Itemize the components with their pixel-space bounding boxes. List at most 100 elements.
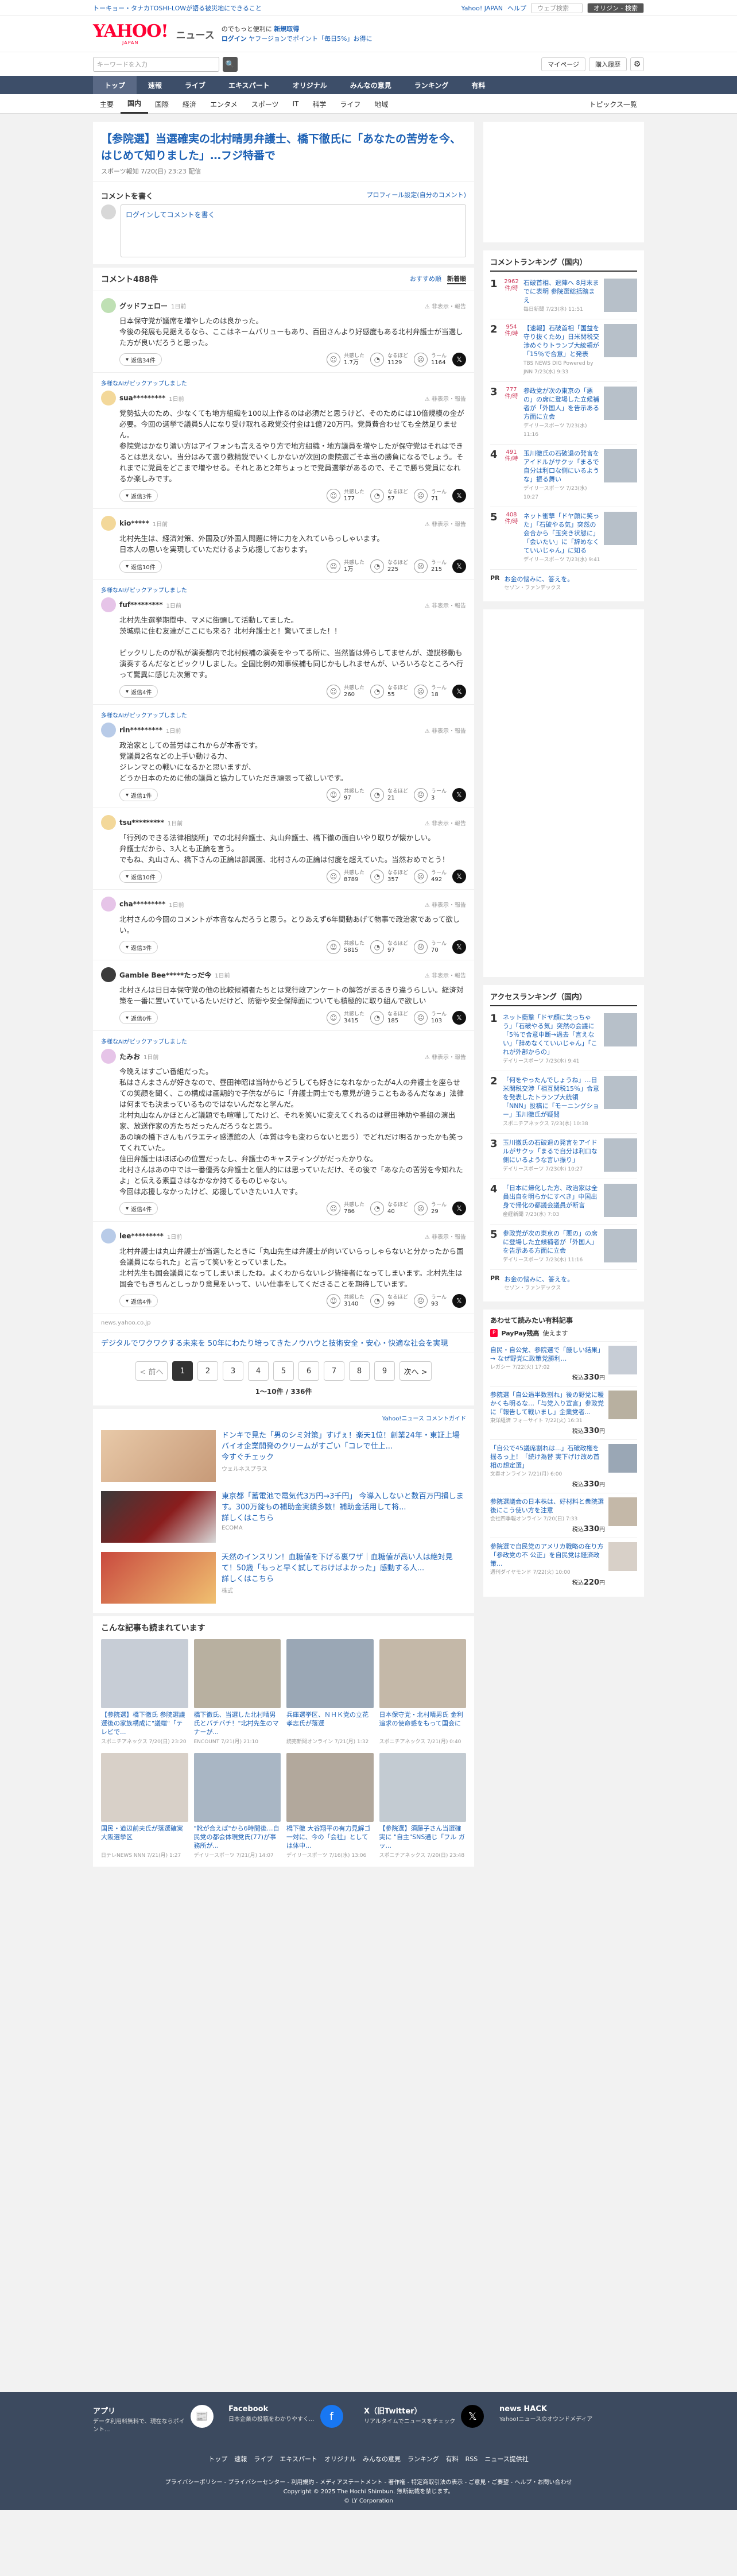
insight-button[interactable]: ◔ なるほど 97	[370, 940, 408, 954]
ranking-item[interactable]: 4 491 件/時 玉川徹氏の石破退の発言をアイドルがサクッ「まるで自分は利口な側にい…	[490, 445, 637, 507]
search-icon[interactable]: 🔍	[223, 57, 238, 72]
avatar[interactable]	[101, 723, 116, 737]
replies-button[interactable]: ▾ 返信34件	[119, 353, 162, 366]
access-item[interactable]: 4 「日本に帰化した方、政治家は全員出自を明らかにすべき」中国出身で帰化の都議会議…	[490, 1179, 637, 1225]
insight-button[interactable]: ◔ なるほど 40	[370, 1202, 408, 1215]
ranking-item[interactable]: 3 777 件/時 参政党が次の東京の「悪の」の席に登場した立候補者が「外国人」を告示…	[490, 382, 637, 445]
related-card[interactable]: 国民・道辺前夫氏が落選確実 大阪選挙区 日テレNEWS NNN 7/21(月) 1…	[101, 1753, 188, 1859]
footer-link[interactable]: RSS	[466, 2455, 478, 2463]
hmm-button[interactable]: ☹ うーん 93	[413, 1294, 447, 1308]
web-search-button[interactable]: オリジン - 検索	[587, 3, 644, 13]
x-share-icon[interactable]: 𝕏	[452, 1294, 466, 1308]
avatar[interactable]	[101, 597, 116, 612]
comment-author[interactable]: kio*****	[119, 519, 149, 527]
paid-item[interactable]: 参院選で自民党のアメリカ戦略の在り方「参政党の不 公正」を自民党は経済政策...…	[490, 1538, 637, 1591]
nav-breaking[interactable]: 速報	[137, 76, 173, 94]
page-7[interactable]: 7	[324, 1361, 344, 1381]
legal-links[interactable]: プライバシーポリシー - プライバシーセンター - 利用規約 - メディアステー…	[0, 2478, 737, 2488]
next-page-button[interactable]: 次へ >	[399, 1361, 432, 1381]
hmm-button[interactable]: ☹ うーん 3	[413, 788, 447, 802]
cat-world[interactable]: 国際	[148, 94, 176, 114]
replies-button[interactable]: ▾ 返信4件	[119, 685, 158, 698]
report-link[interactable]: ⚠ 非表示・報告	[425, 519, 466, 528]
nav-paid[interactable]: 有料	[460, 76, 496, 94]
replies-button[interactable]: ▾ 返信3件	[119, 941, 158, 953]
login-link[interactable]: ログイン	[222, 35, 247, 43]
nav-live[interactable]: ライブ	[173, 76, 217, 94]
comment-author[interactable]: rin*********	[119, 726, 162, 734]
ranking-item[interactable]: 2 954 件/時 【速報】石破首相「国益を守り抜くため」日米関税交渉めぐりトランプ大…	[490, 319, 637, 382]
like-button[interactable]: ☺ 共感した 177	[326, 489, 364, 503]
topics-list-link[interactable]: トピックス一覧	[582, 94, 644, 114]
related-card[interactable]: 橋下徹氏、当選した北村晴男氏とバチバチ！"北村先生のマナーが... ENCOUNT…	[193, 1639, 281, 1745]
yahoo-logo[interactable]: YAHOO! JAPAN	[93, 22, 169, 45]
footer-facebook[interactable]: Facebook 日本企業の投稿をわかりやすく... f	[228, 2405, 349, 2434]
insight-button[interactable]: ◔ なるほど 99	[370, 1294, 408, 1308]
replies-button[interactable]: ▾ 返信3件	[119, 489, 158, 502]
page-5[interactable]: 5	[273, 1361, 294, 1381]
footer-newshack[interactable]: news HACK Yahoo!ニュースのオウンドメディア	[499, 2405, 620, 2434]
comment-author[interactable]: Gamble Bee*****たっだ今	[119, 970, 211, 980]
ad-item[interactable]: 東京都「蓄電池で電気代3万円→3千円」 今導入しないと数百万円損します。300万…	[101, 1486, 466, 1547]
hmm-button[interactable]: ☹ うーん 103	[413, 1011, 447, 1025]
replies-button[interactable]: ▾ 返信10件	[119, 560, 162, 573]
sort-newest[interactable]: 新着順	[447, 274, 466, 284]
hmm-button[interactable]: ☹ うーん 1164	[413, 353, 447, 366]
insight-button[interactable]: ◔ なるほど 185	[370, 1011, 408, 1025]
hmm-button[interactable]: ☹ うーん 215	[413, 559, 447, 573]
report-link[interactable]: ⚠ 非表示・報告	[425, 900, 466, 909]
access-item[interactable]: 1 ネット衝撃「ドヤ顔に笑っちゃう」「石破やる気」突然の会議に「5％で合意中断→過…	[490, 1009, 637, 1071]
paid-item[interactable]: 「自公で45議席割れは...」石破政権を揺るっ上！「続け為替 実下げけ改め首相の…	[490, 1439, 637, 1493]
x-share-icon[interactable]: 𝕏	[452, 559, 466, 573]
comment-author[interactable]: fuf*********	[119, 601, 162, 609]
insight-button[interactable]: ◔ なるほど 57	[370, 489, 408, 503]
like-button[interactable]: ☺ 共感した 260	[326, 685, 364, 698]
footer-link[interactable]: ライブ	[254, 2455, 273, 2463]
related-card[interactable]: 【参院選】橋下徹氏 参院選議選後の家族構成に"議端"「テレビで... スポニチアネ…	[101, 1639, 188, 1745]
footer-link[interactable]: ランキング	[408, 2455, 439, 2463]
paid-item[interactable]: 自民・自公党、参院選で「厳しい結果」→ なぜ野党に政策党勝利... レガシー 7/…	[490, 1341, 637, 1386]
like-button[interactable]: ☺ 共感した 1万	[326, 559, 364, 573]
nav-ranking[interactable]: ランキング	[403, 76, 460, 94]
report-link[interactable]: ⚠ 非表示・報告	[425, 1232, 466, 1241]
hmm-button[interactable]: ☹ うーん 70	[413, 940, 447, 954]
report-link[interactable]: ⚠ 非表示・報告	[425, 1052, 466, 1061]
hmm-button[interactable]: ☹ うーん 29	[413, 1202, 447, 1215]
profile-settings-link[interactable]: プロフィール設定(自分のコメント)	[367, 190, 466, 201]
article-title[interactable]: 【参院選】当選確実の北村晴男弁護士、橋下徹氏に「あなたの苦労を今、はじめて知りま…	[101, 131, 466, 164]
report-link[interactable]: ⚠ 非表示・報告	[425, 601, 466, 609]
x-share-icon[interactable]: 𝕏	[452, 1202, 466, 1215]
paypay-promo-link[interactable]: ヤフージョンでポイント「毎日5%」お得に	[249, 35, 372, 43]
avatar[interactable]	[101, 516, 116, 531]
cat-entertainment[interactable]: エンタメ	[203, 94, 245, 114]
replies-button[interactable]: ▾ 返信1件	[119, 789, 158, 801]
page-3[interactable]: 3	[223, 1361, 243, 1381]
like-button[interactable]: ☺ 共感した 5815	[326, 940, 364, 954]
ad-banner[interactable]	[483, 122, 644, 242]
access-item[interactable]: 5 参政党が次の東京の「悪の」の席に登場した立候補者が「外国人」を告示ある方面に立…	[490, 1225, 637, 1270]
help-link[interactable]: ヘルプ	[507, 3, 526, 13]
page-9[interactable]: 9	[374, 1361, 395, 1381]
nav-original[interactable]: オリジナル	[281, 76, 339, 94]
nav-opinion[interactable]: みんなの意見	[339, 76, 403, 94]
footer-x[interactable]: X（旧Twitter） リアルタイムでニュースをチェック 𝕏	[364, 2405, 484, 2434]
comment-author[interactable]: グッドフェロー	[119, 301, 168, 311]
replies-button[interactable]: ▾ 返信4件	[119, 1295, 158, 1307]
comment-author[interactable]: sua*********	[119, 394, 165, 402]
yahoo-japan-link[interactable]: Yahoo! JAPAN	[461, 5, 503, 12]
hmm-button[interactable]: ☹ うーん 18	[413, 685, 447, 698]
page-6[interactable]: 6	[298, 1361, 319, 1381]
like-button[interactable]: ☺ 共感した 3415	[326, 1011, 364, 1025]
x-share-icon[interactable]: 𝕏	[452, 1011, 466, 1025]
cat-main[interactable]: 主要	[93, 94, 121, 114]
mypage-button[interactable]: マイページ	[541, 57, 585, 71]
prev-page-button[interactable]: < 前へ	[135, 1361, 168, 1381]
insight-button[interactable]: ◔ なるほど 225	[370, 559, 408, 573]
footer-link[interactable]: 有料	[446, 2455, 459, 2463]
related-card[interactable]: 兵庫選挙区、ＮＨＫ党の立花孝志氏が落選 読売新聞オンライン 7/21(月) 1:3…	[286, 1639, 374, 1745]
ad-banner[interactable]	[483, 609, 644, 977]
insight-button[interactable]: ◔ なるほど 1129	[370, 353, 408, 366]
related-card[interactable]: 【参院選】須藤子さん当選確実に "自主"SNS通じ「フル ガッ... スポニチアネ…	[379, 1753, 466, 1859]
page-8[interactable]: 8	[349, 1361, 370, 1381]
comment-author[interactable]: lee*********	[119, 1232, 164, 1240]
